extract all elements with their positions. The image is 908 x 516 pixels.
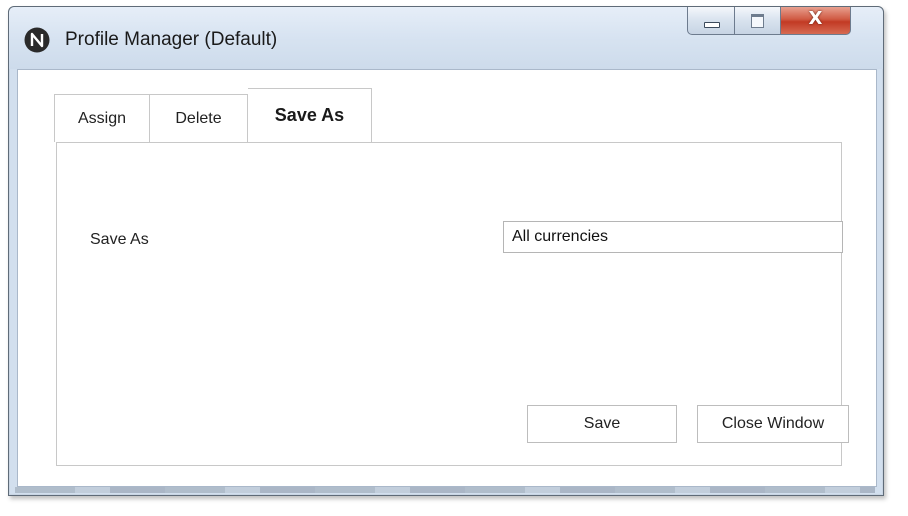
close-icon: X — [808, 8, 823, 29]
status-bar — [15, 487, 875, 493]
close-window-text-button[interactable]: Close Window — [697, 405, 849, 443]
window-title: Profile Manager (Default) — [65, 29, 278, 50]
window-controls: X — [687, 7, 851, 37]
tab-save-as[interactable]: Save As — [248, 88, 372, 142]
save-button[interactable]: Save — [527, 405, 677, 443]
app-logo-icon — [24, 27, 50, 53]
save-as-panel: Save As Save Close Window — [56, 142, 849, 466]
save-as-label: Save As — [90, 231, 149, 248]
tab-strip: Assign Delete Save As — [54, 88, 372, 144]
save-as-input[interactable] — [503, 221, 843, 253]
tab-delete[interactable]: Delete — [150, 94, 248, 142]
minimize-button[interactable] — [687, 7, 735, 35]
maximize-button[interactable] — [735, 7, 781, 35]
profile-manager-window: Profile Manager (Default) X Assign Delet… — [8, 6, 884, 496]
minimize-icon — [704, 22, 720, 28]
tab-assign[interactable]: Assign — [54, 94, 150, 142]
maximize-icon — [751, 14, 764, 28]
window-client-area: Assign Delete Save As Save As Save Close… — [17, 69, 877, 487]
close-window-button[interactable]: X — [781, 7, 851, 35]
title-bar[interactable]: Profile Manager (Default) X — [9, 7, 883, 69]
